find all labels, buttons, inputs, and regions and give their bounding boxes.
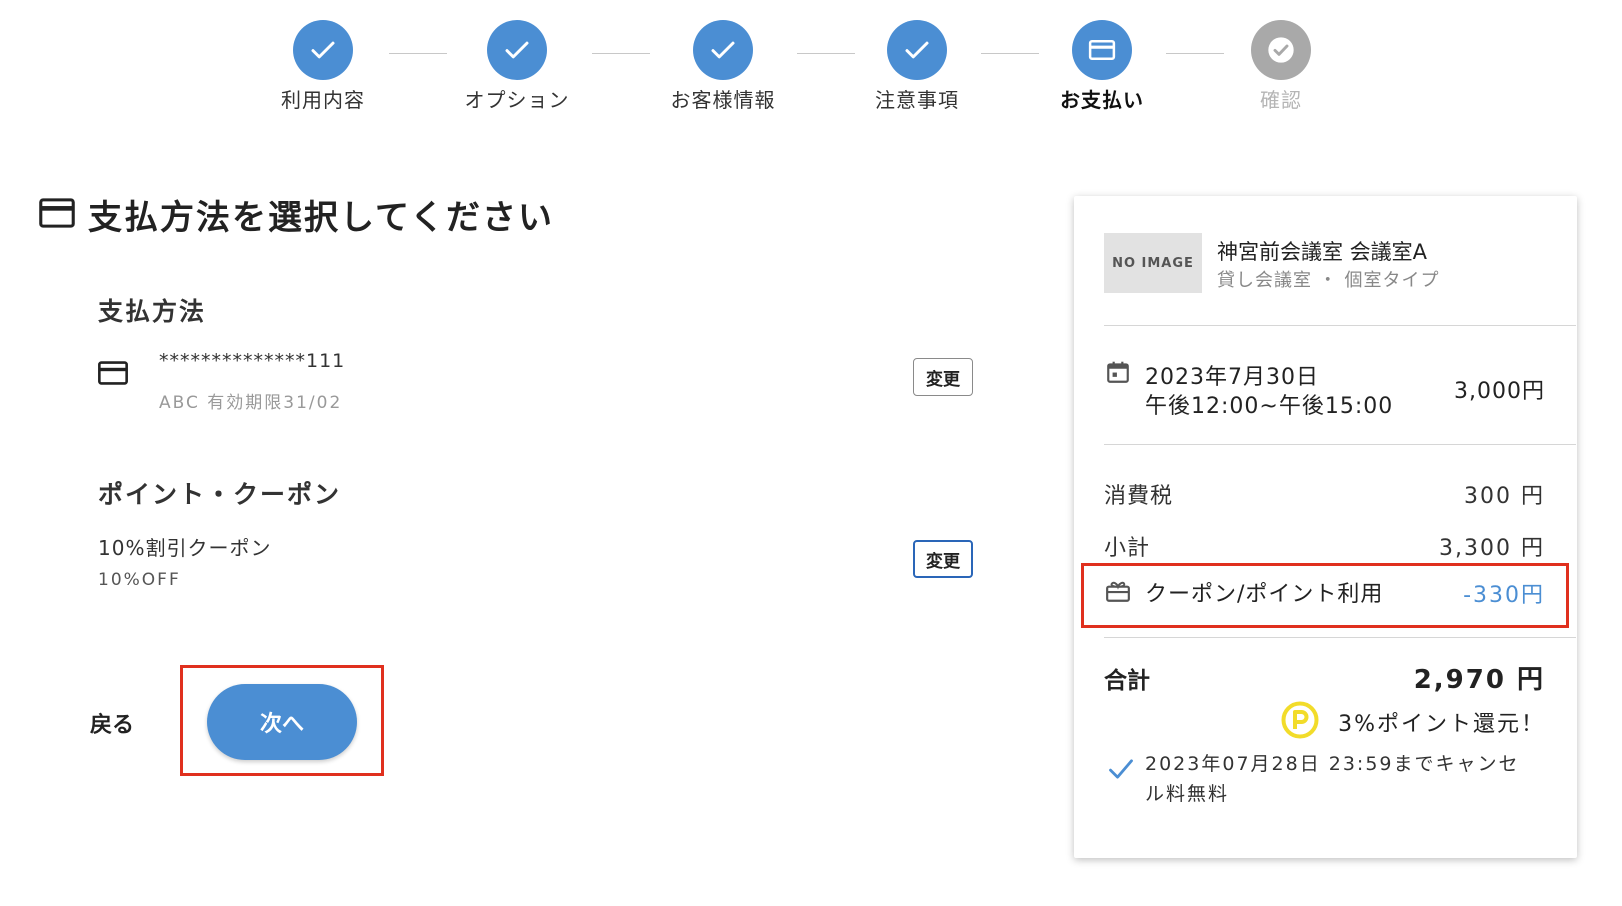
step-options: オプション: [437, 20, 597, 113]
page-title: 支払方法を選択してください: [38, 190, 554, 239]
room-name: 神宮前会議室 会議室A: [1217, 240, 1428, 264]
base-price: 3,000円: [1454, 379, 1545, 404]
coupon-row-highlight: [1081, 563, 1569, 628]
room-thumbnail: NO IMAGE: [1104, 233, 1202, 293]
next-button-highlight: [180, 665, 384, 776]
back-button[interactable]: 戻る: [90, 707, 134, 739]
card-expiry: ABC 有効期限31/02: [159, 393, 343, 413]
divider: [1104, 444, 1576, 445]
coupon-discount: 10%OFF: [98, 570, 181, 590]
step-connector: [592, 53, 650, 54]
card-number: **************111: [159, 350, 346, 372]
step-confirm: 確認: [1201, 20, 1361, 113]
step-label: 注意事項: [875, 88, 959, 112]
subtotal-value: 3,300 円: [1439, 536, 1545, 561]
step-customer-info: お客様情報: [643, 20, 803, 113]
step-notes: 注意事項: [837, 20, 997, 113]
divider: [1104, 637, 1576, 638]
step-label: 確認: [1260, 88, 1302, 112]
coupon-section-title: ポイント・クーポン: [98, 480, 342, 509]
check-circle-icon: [1251, 20, 1311, 80]
points-p-icon: [1280, 700, 1320, 744]
page-title-text: 支払方法を選択してください: [88, 198, 554, 238]
coupon-name: 10%割引クーポン: [98, 536, 272, 560]
payment-section-title: 支払方法: [98, 297, 207, 326]
check-icon: [887, 20, 947, 80]
credit-card-icon: [97, 360, 129, 390]
check-icon: [693, 20, 753, 80]
step-label: お支払い: [1060, 88, 1144, 112]
total-value: 2,970 円: [1413, 665, 1545, 695]
step-label: オプション: [464, 88, 570, 112]
booking-time: 午後12:00~午後15:00: [1145, 394, 1394, 419]
total-label: 合計: [1104, 668, 1150, 694]
credit-card-icon: [1072, 20, 1132, 80]
credit-card-icon: [38, 196, 76, 234]
room-type: 貸し会議室 ・ 個室タイプ: [1217, 270, 1440, 291]
points-note: 3%ポイント還元！: [1338, 712, 1545, 737]
order-summary-panel: NO IMAGE 神宮前会議室 会議室A 貸し会議室 ・ 個室タイプ 2023年…: [1074, 196, 1577, 858]
divider: [1104, 325, 1576, 326]
booking-date: 2023年7月30日: [1145, 365, 1319, 390]
calendar-icon: [1105, 359, 1131, 389]
check-icon: [1107, 756, 1135, 786]
check-icon: [293, 20, 353, 80]
change-payment-button[interactable]: 変更: [913, 358, 973, 396]
cancellation-note: 2023年07月28日 23:59までキャンセル料無料: [1145, 753, 1520, 805]
tax-label: 消費税: [1104, 484, 1174, 509]
step-payment: お支払い: [1022, 20, 1182, 113]
step-usage: 利用内容: [243, 20, 403, 113]
step-label: お客様情報: [670, 88, 776, 112]
tax-value: 300 円: [1464, 484, 1545, 509]
check-icon: [487, 20, 547, 80]
step-label: 利用内容: [281, 88, 365, 112]
subtotal-label: 小計: [1104, 536, 1151, 561]
change-coupon-button[interactable]: 変更: [913, 540, 973, 578]
